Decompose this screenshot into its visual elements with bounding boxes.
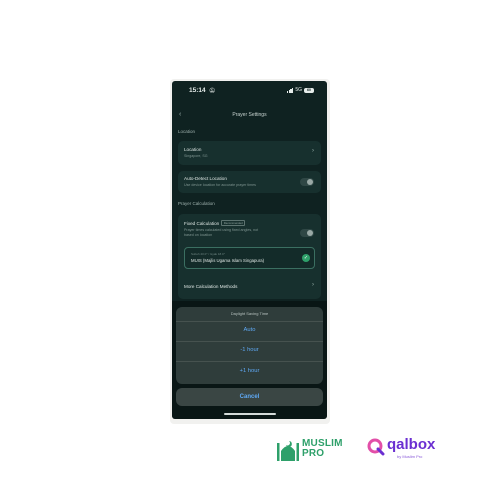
fixed-calculation-subtitle-2: based on location <box>184 233 213 237</box>
action-sheet: Daylight Saving Time Auto -1 hour +1 hou… <box>176 307 323 384</box>
divider <box>176 341 323 342</box>
qalbox-wordmark: qalbox <box>387 436 436 453</box>
chevron-right-icon: › <box>312 148 314 154</box>
auto-detect-title: Auto-Detect Location <box>184 176 227 181</box>
chevron-right-icon[interactable]: › <box>312 282 314 288</box>
muslim-pro-line2: PRO <box>302 448 325 459</box>
option-plus-1-hour[interactable]: +1 hour <box>176 368 323 374</box>
muslim-pro-wordmark: MUSLIM PRO <box>302 439 343 459</box>
status-indicators: 5G 60 <box>286 87 314 93</box>
auto-detect-row: Auto-Detect Location Use device location… <box>178 171 321 193</box>
option-auto[interactable]: Auto <box>176 327 323 333</box>
status-bar: 15:14 🔕︎ 5G 60 <box>172 81 327 101</box>
qalbox-q-icon <box>367 438 385 456</box>
qalbox-byline: by Muslim Pro <box>397 454 423 459</box>
cancel-button[interactable]: Cancel <box>176 388 323 406</box>
section-label-location: Location <box>178 129 196 134</box>
signal-icon <box>286 88 294 93</box>
action-sheet-title: Daylight Saving Time <box>230 311 269 316</box>
auto-detect-subtitle: Use device location for accurate prayer … <box>184 183 256 187</box>
more-methods-title[interactable]: More Calculation Methods <box>184 284 237 289</box>
page-title: Prayer Settings <box>232 112 267 118</box>
recommended-badge: Recommended <box>221 220 246 226</box>
home-indicator[interactable] <box>224 413 276 415</box>
phone-screen: 15:14 🔕︎ 5G 60 ‹ Prayer Settings Locatio… <box>172 81 327 419</box>
bell-slash-icon: 🔕︎ <box>209 87 216 94</box>
fixed-calculation-toggle[interactable] <box>300 229 314 237</box>
fixed-calculation-row: Fixed Calculation Recommended <box>184 220 246 226</box>
network-label: 5G <box>295 87 302 93</box>
mosque-icon <box>277 441 299 461</box>
fixed-calculation-subtitle-1: Prayer times calculated using fixed angl… <box>184 228 259 232</box>
method-name: MUIS (Majlis Ugama Islam Singapura) <box>191 258 265 263</box>
divider <box>176 361 323 362</box>
qalbox-logo: qalbox by Muslim Pro <box>367 437 457 463</box>
option-minus-1-hour[interactable]: -1 hour <box>176 347 323 353</box>
location-row-value: Singapore, SG <box>184 154 208 158</box>
divider <box>176 321 323 322</box>
fixed-calculation-title: Fixed Calculation <box>184 221 220 226</box>
status-time: 15:14 <box>189 87 206 94</box>
auto-detect-toggle[interactable] <box>300 178 314 186</box>
section-label-calculation: Prayer Calculation <box>178 201 215 206</box>
selected-method-option[interactable]: Subuh 20.0° / Isyak 18.0° MUIS (Majlis U… <box>184 247 315 269</box>
location-row[interactable]: Location Singapore, SG › <box>178 141 321 165</box>
muslim-pro-logo: MUSLIM PRO <box>277 437 357 463</box>
battery-icon: 60 <box>304 87 314 93</box>
method-angles-tag: Subuh 20.0° / Isyak 18.0° <box>191 252 225 256</box>
nav-bar: ‹ Prayer Settings <box>172 108 327 122</box>
checkmark-icon: ✓ <box>302 254 310 262</box>
location-row-title: Location <box>184 147 202 152</box>
